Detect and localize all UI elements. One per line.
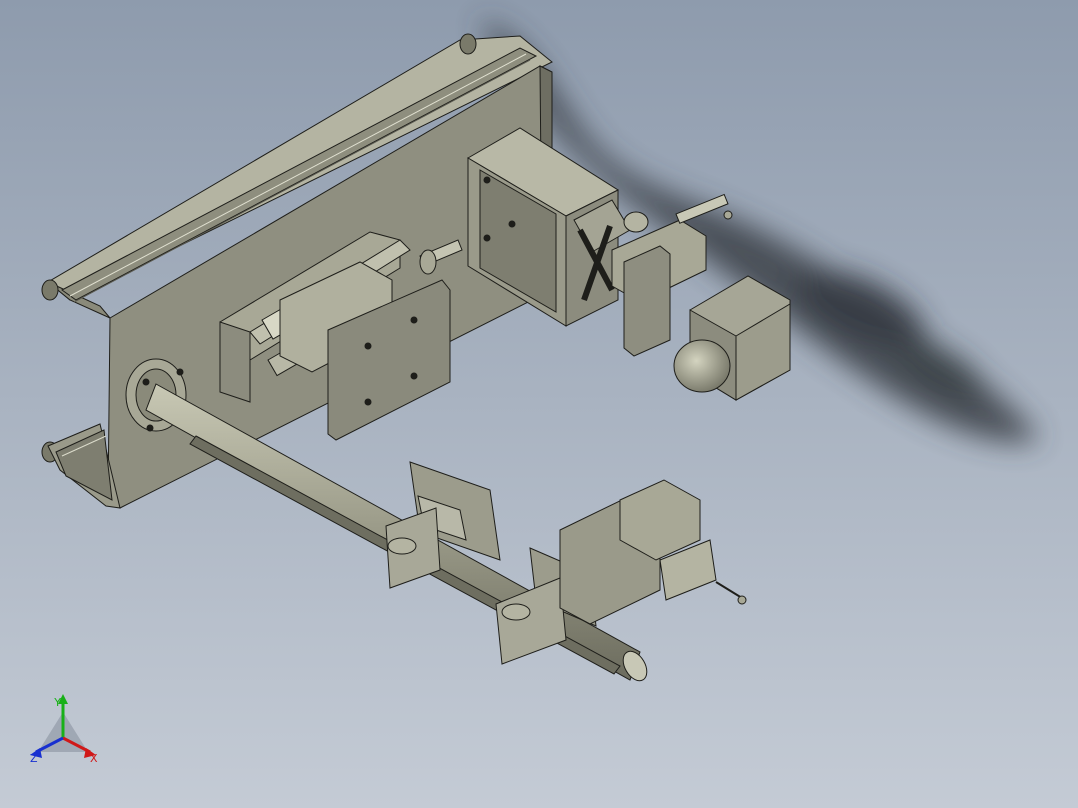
cad-3d-viewport[interactable]: Y X Z bbox=[0, 0, 1078, 808]
long-rod-assembly[interactable] bbox=[145, 383, 747, 685]
z-axis-label: Z bbox=[30, 752, 38, 765]
assembly-model[interactable] bbox=[0, 0, 1078, 808]
y-axis-label: Y bbox=[53, 696, 61, 709]
x-axis-label: X bbox=[90, 752, 98, 765]
view-orientation-triad[interactable]: Y X Z bbox=[20, 690, 110, 770]
